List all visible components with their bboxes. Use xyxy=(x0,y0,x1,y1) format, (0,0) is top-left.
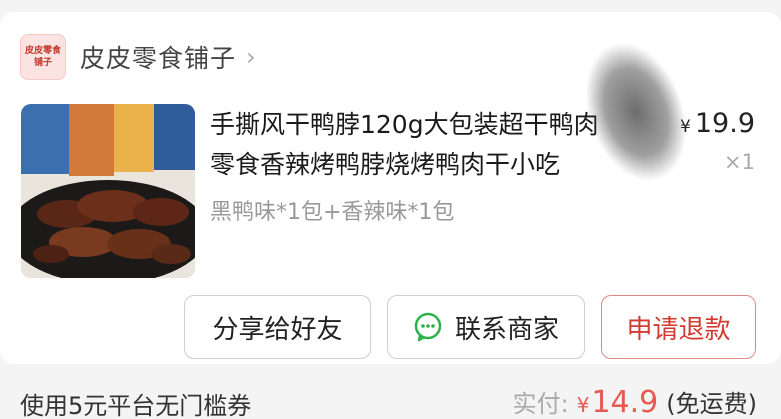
order-card: 皮皮零食 铺子 皮皮零食铺子 › 手撕风干鸭脖120g大包装超干鸭肉 零食香辣烤… xyxy=(0,12,781,364)
product-quantity: ×1 xyxy=(724,150,755,174)
shop-logo-line1: 皮皮零食 xyxy=(24,46,61,56)
paid-amount: 14.9 xyxy=(591,385,659,419)
contact-merchant-button[interactable]: 联系商家 xyxy=(387,295,585,359)
product-title-line1: 手撕风干鸭脖120g大包装超干鸭肉 xyxy=(210,110,599,139)
paid-total: 实付: ¥ 14.9 (免运费) xyxy=(513,384,757,419)
shop-name[interactable]: 皮皮零食铺子 xyxy=(80,39,236,75)
product-title-line2: 零食香辣烤鸭脖烧烤鸭肉干小吃 xyxy=(210,150,561,179)
shop-logo: 皮皮零食 铺子 xyxy=(20,34,66,80)
wechat-icon xyxy=(414,312,442,342)
order-footer: 使用5元平台无门槛券 实付: ¥ 14.9 (免运费) xyxy=(0,378,781,419)
contact-merchant-label: 联系商家 xyxy=(454,314,559,345)
shop-header[interactable]: 皮皮零食 铺子 皮皮零食铺子 › xyxy=(20,32,256,82)
product-variant: 黑鸭味*1包+香辣味*1包 xyxy=(210,200,455,225)
refund-button[interactable]: 申请退款 xyxy=(601,295,756,359)
chevron-right-icon[interactable]: › xyxy=(246,43,256,71)
product-price: ¥19.9 xyxy=(680,108,755,139)
product-title[interactable]: 手撕风干鸭脖120g大包装超干鸭肉 零食香辣烤鸭脖烧烤鸭肉干小吃 xyxy=(210,105,650,185)
price-value: 19.9 xyxy=(694,108,755,139)
product-photo xyxy=(21,104,195,278)
paid-currency: ¥ xyxy=(576,393,590,417)
share-button[interactable]: 分享给好友 xyxy=(184,295,371,359)
paid-shipping-note: (免运费) xyxy=(666,390,757,418)
paid-label: 实付: xyxy=(512,390,569,418)
coupon-text: 使用5元平台无门槛券 xyxy=(20,392,252,419)
shop-logo-line2: 铺子 xyxy=(33,58,52,68)
product-image[interactable] xyxy=(21,104,195,278)
